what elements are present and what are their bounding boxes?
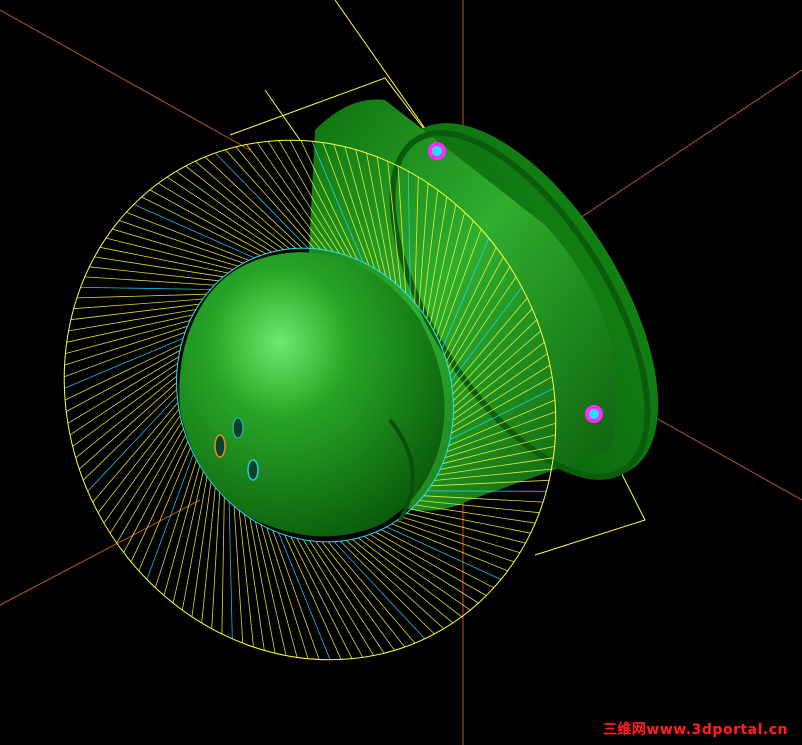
slot-hole	[214, 434, 226, 458]
wire-line	[185, 165, 290, 250]
wire-line	[284, 534, 342, 660]
wire-line	[340, 540, 435, 635]
wire-line	[76, 293, 207, 299]
watermark-text: 三维网www.3dportal.cn	[602, 722, 788, 738]
wire-line	[133, 204, 255, 259]
wire-line	[112, 228, 239, 267]
wire-line	[249, 518, 276, 654]
wire-line	[194, 160, 297, 249]
wire-line	[73, 298, 203, 310]
wire-line	[358, 537, 462, 618]
wire-line	[221, 497, 225, 635]
wire-line	[79, 382, 177, 470]
wire-line	[103, 415, 181, 524]
wire-line	[255, 521, 287, 656]
axis-line	[0, 9, 251, 151]
wire-line	[97, 408, 180, 513]
point-marker[interactable]	[428, 142, 446, 160]
wire-line	[321, 541, 406, 648]
wire-line	[166, 176, 278, 252]
axis-line	[564, 69, 802, 229]
slot-hole	[247, 459, 259, 481]
model-scene	[0, 0, 802, 745]
wire-line	[333, 541, 426, 640]
wire-line	[72, 369, 178, 447]
wire-line	[146, 453, 194, 580]
wire-line	[290, 536, 353, 659]
wire-line	[391, 523, 508, 572]
point-marker[interactable]	[585, 405, 603, 423]
wire-line	[69, 362, 178, 436]
wire-line	[228, 501, 233, 639]
wire-line	[327, 541, 416, 644]
wire-line	[92, 402, 179, 503]
wire-line	[67, 356, 179, 424]
wire-line	[406, 512, 526, 544]
wire-line	[233, 506, 244, 644]
wire-line	[64, 325, 188, 366]
wire-line	[260, 524, 298, 658]
wire-line	[352, 538, 454, 624]
wire-line	[141, 196, 261, 257]
wire-line	[66, 314, 193, 343]
wire-line	[302, 539, 374, 656]
wire-line	[83, 389, 177, 481]
wire-line	[105, 237, 234, 270]
wire-line	[315, 541, 395, 651]
wire-line	[181, 476, 208, 611]
cad-viewport[interactable]: 三维网www.3dportal.cn	[0, 0, 802, 745]
wire-line	[94, 256, 224, 278]
wire-line	[346, 540, 445, 629]
slot-hole	[232, 417, 244, 439]
wire-line	[80, 286, 211, 290]
wire-line	[296, 538, 364, 658]
wire-line	[363, 535, 471, 611]
wire-line	[123, 434, 186, 553]
wire-line	[172, 471, 204, 604]
wire-line	[244, 514, 265, 651]
